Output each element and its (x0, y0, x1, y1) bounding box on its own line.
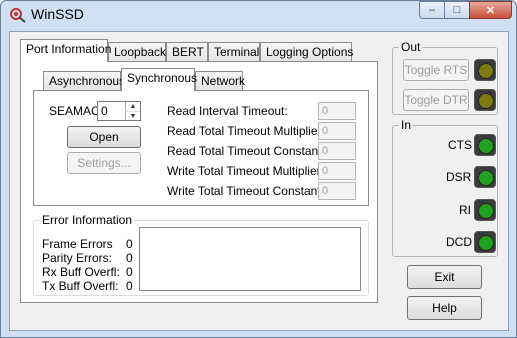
synchronous-panel: SEAMAC 0 ▲ ▼ Open Settings... Read Inter… (33, 90, 369, 206)
tab-loopback[interactable]: Loopback (108, 42, 166, 62)
client-area: Port Information Loopback BERT Terminal … (9, 31, 509, 331)
error-value: 0 (126, 265, 133, 279)
port-information-panel: Asynchronous Synchronous Network SEAMAC … (20, 61, 378, 303)
exit-button[interactable]: Exit (407, 265, 482, 289)
read-interval-timeout-field[interactable]: 0 (318, 102, 356, 120)
minimize-button[interactable]: – (419, 1, 445, 19)
tab-terminal[interactable]: Terminal (208, 42, 260, 62)
ri-label: RI (459, 203, 471, 217)
tab-port-information[interactable]: Port Information (20, 39, 111, 62)
dsr-indicator-icon (474, 166, 496, 188)
error-label: Frame Errors (42, 237, 113, 251)
read-total-timeout-multiplier-field[interactable]: 0 (318, 122, 356, 140)
spin-down-icon[interactable]: ▼ (125, 111, 140, 120)
open-button[interactable]: Open (67, 126, 141, 148)
seamac-label: SEAMAC (49, 104, 100, 118)
error-value: 0 (126, 237, 133, 251)
app-window: WinSSD – □ ✕ Port Information Loopback B… (0, 0, 517, 338)
tab-bert[interactable]: BERT (166, 42, 208, 62)
toggle-rts-button[interactable]: Toggle RTS (403, 59, 469, 81)
dtr-indicator-icon (474, 89, 496, 111)
title-bar[interactable]: WinSSD – □ ✕ (1, 1, 516, 29)
in-group: In CTS DSR RI DCD (392, 118, 498, 257)
minimize-icon: – (428, 4, 436, 16)
dcd-indicator-icon (474, 231, 496, 253)
tab-synchronous[interactable]: Synchronous (121, 68, 197, 91)
write-total-timeout-constant-field[interactable]: 0 (318, 182, 356, 200)
close-icon: ✕ (485, 4, 496, 17)
close-button[interactable]: ✕ (469, 1, 512, 19)
dcd-label: DCD (446, 235, 472, 249)
timeout-label: Write Total Timeout Multiplier: (167, 164, 324, 178)
cts-label: CTS (448, 138, 472, 152)
error-label: Rx Buff Overfl: (42, 265, 120, 279)
ri-indicator-icon (474, 199, 496, 221)
help-button[interactable]: Help (407, 296, 482, 320)
seamac-spinbox[interactable]: 0 ▲ ▼ (97, 101, 141, 121)
timeout-label: Read Total Timeout Constant: (167, 144, 325, 158)
error-value: 0 (126, 251, 133, 265)
dsr-label: DSR (446, 170, 472, 184)
error-information-group: Error Information Frame Errors 0 Parity … (33, 213, 369, 296)
write-total-timeout-multiplier-field[interactable]: 0 (318, 162, 356, 180)
window-title: WinSSD (31, 6, 84, 22)
error-information-title: Error Information (40, 213, 135, 227)
settings-button[interactable]: Settings... (67, 152, 141, 174)
maximize-icon: □ (453, 4, 461, 16)
tab-network[interactable]: Network (195, 71, 245, 91)
tab-logging-options[interactable]: Logging Options (260, 42, 353, 62)
in-group-title: In (399, 118, 414, 132)
error-value: 0 (126, 279, 133, 293)
error-log-box[interactable] (139, 227, 361, 291)
rts-indicator-icon (474, 59, 496, 81)
maximize-button[interactable]: □ (444, 1, 470, 19)
out-group-title: Out (399, 40, 423, 54)
read-total-timeout-constant-field[interactable]: 0 (318, 142, 356, 160)
error-label: Parity Errors: (42, 251, 113, 265)
out-group: Out Toggle RTS Toggle DTR (392, 40, 498, 115)
app-logo-icon (10, 8, 26, 23)
tab-asynchronous[interactable]: Asynchronous (43, 71, 125, 91)
error-label: Tx Buff Overfl: (42, 279, 119, 293)
seamac-value: 0 (101, 104, 108, 118)
timeout-label: Read Interval Timeout: (167, 104, 288, 118)
spin-up-icon[interactable]: ▲ (125, 102, 140, 111)
timeout-label: Read Total Timeout Multiplier: (167, 124, 325, 138)
toggle-dtr-button[interactable]: Toggle DTR (403, 89, 469, 111)
timeout-label: Write Total Timeout Constant: (167, 184, 324, 198)
cts-indicator-icon (474, 134, 496, 156)
